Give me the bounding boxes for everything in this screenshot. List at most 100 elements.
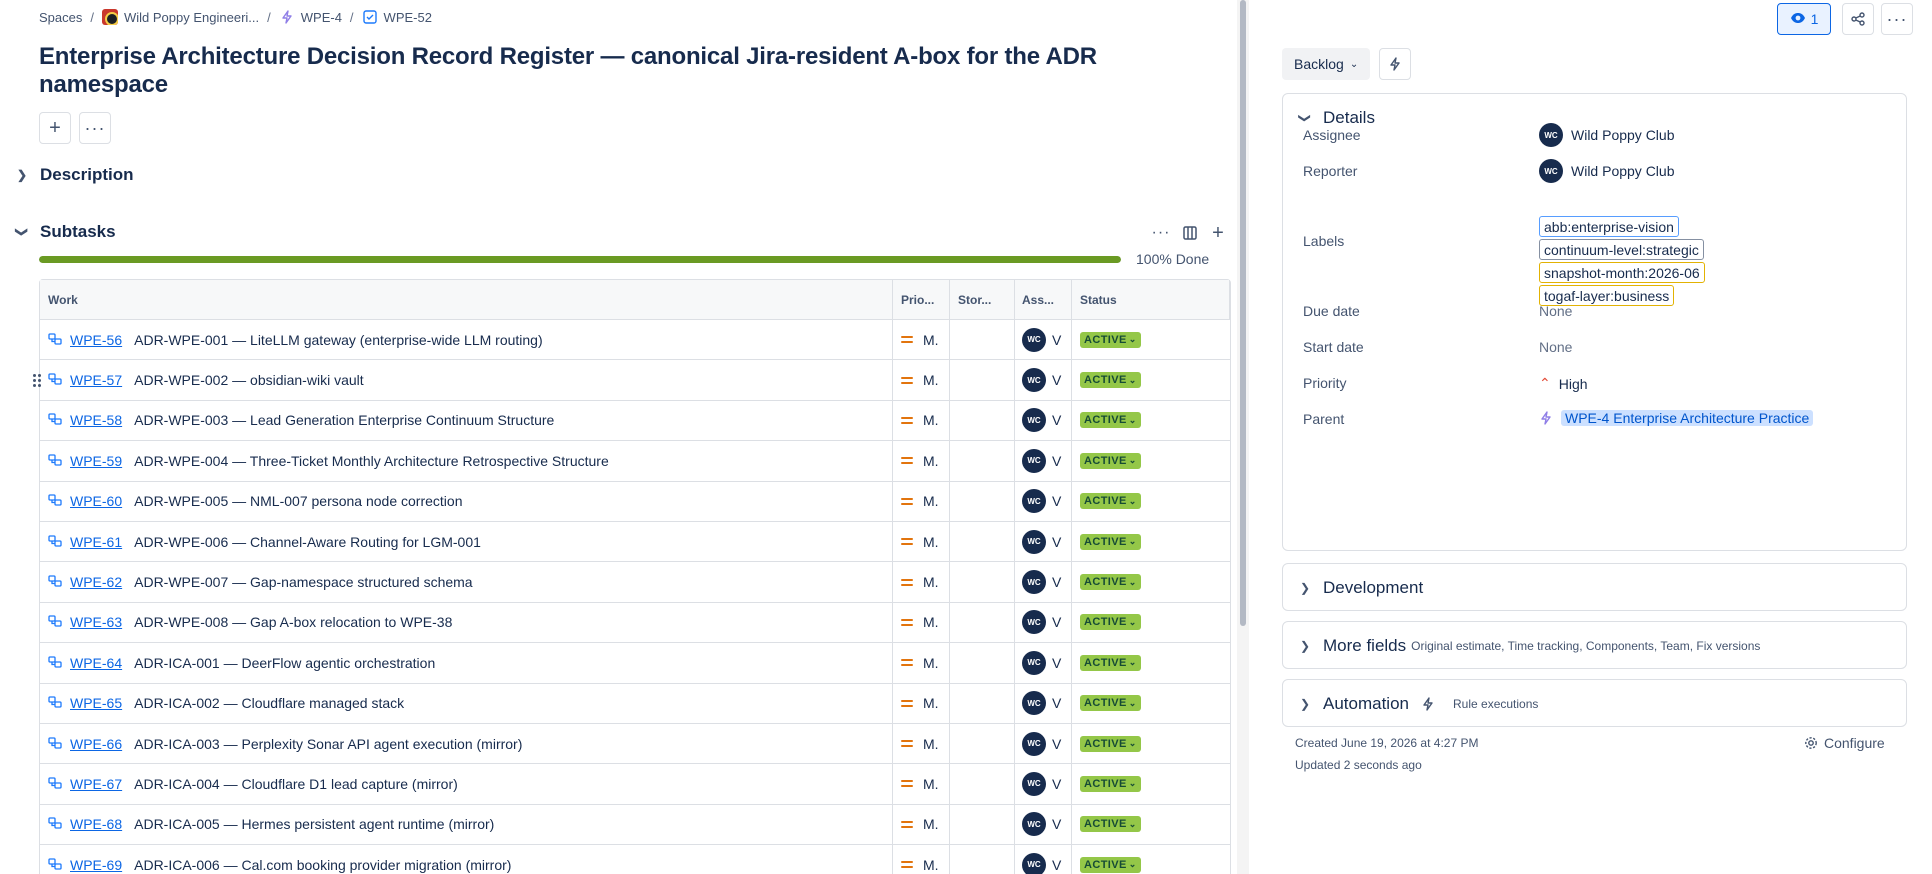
automation-toggle[interactable]: ❯ Automation Rule executions — [1297, 694, 1538, 714]
work-item-key-link[interactable]: WPE-59 — [70, 453, 122, 469]
story-points-cell[interactable] — [950, 723, 1015, 764]
status-lozenge[interactable]: ACTIVE ⌄ — [1080, 372, 1141, 389]
automation-panel[interactable]: ❯ Automation Rule executions — [1282, 679, 1907, 727]
label-chip[interactable]: snapshot-month:2026-06 — [1539, 262, 1705, 283]
assignee-cell[interactable]: WC V — [1015, 320, 1072, 360]
work-item-summary[interactable]: ADR-ICA-005 — Hermes persistent agent ru… — [134, 816, 494, 832]
column-header-status[interactable]: Status — [1072, 280, 1230, 319]
assignee-cell[interactable]: WC V — [1015, 481, 1072, 521]
status-lozenge[interactable]: ACTIVE ⌄ — [1080, 856, 1141, 873]
status-lozenge[interactable]: ACTIVE ⌄ — [1080, 412, 1141, 429]
assignee-cell[interactable]: WC V — [1015, 764, 1072, 804]
story-points-cell[interactable] — [950, 683, 1015, 723]
add-button[interactable]: + — [39, 112, 71, 144]
work-item-summary[interactable]: ADR-ICA-006 — Cal.com booking provider m… — [134, 857, 511, 873]
priority-cell[interactable]: M. — [893, 804, 950, 845]
priority-cell[interactable]: M. — [893, 845, 950, 874]
priority-cell[interactable]: M. — [893, 764, 950, 804]
status-lozenge[interactable]: ACTIVE ⌄ — [1080, 452, 1141, 469]
work-item-key-link[interactable]: WPE-57 — [70, 372, 122, 388]
assignee-cell[interactable]: WC V — [1015, 400, 1072, 441]
status-lozenge[interactable]: ACTIVE ⌄ — [1080, 775, 1141, 792]
breadcrumb-issue-label[interactable]: WPE-52 — [384, 10, 432, 25]
work-item-summary[interactable]: ADR-ICA-003 — Perplexity Sonar API agent… — [134, 736, 522, 752]
priority-cell[interactable]: M. — [893, 723, 950, 764]
share-button[interactable] — [1842, 3, 1874, 35]
status-lozenge[interactable]: ACTIVE ⌄ — [1080, 533, 1141, 550]
table-row[interactable]: WPE-68 ADR-ICA-005 — Hermes persistent ag… — [40, 804, 1230, 846]
column-header-work[interactable]: Work — [40, 280, 893, 319]
table-row[interactable]: WPE-60 ADR-WPE-005 — NML-007 persona node… — [40, 481, 1230, 522]
subtasks-more-button[interactable]: ··· — [1149, 221, 1173, 245]
story-points-cell[interactable] — [950, 562, 1015, 602]
description-section-toggle[interactable]: ❯ Description — [14, 165, 134, 185]
work-item-key-link[interactable]: WPE-60 — [70, 493, 122, 509]
priority-cell[interactable]: M. — [893, 320, 950, 360]
label-chip[interactable]: abb:enterprise-vision — [1539, 216, 1679, 237]
status-lozenge[interactable]: ACTIVE ⌄ — [1080, 614, 1141, 631]
development-toggle[interactable]: ❯ Development — [1297, 578, 1423, 598]
breadcrumb-issue[interactable]: WPE-52 — [362, 9, 432, 25]
priority-cell[interactable]: M. — [893, 602, 950, 643]
breadcrumb-space[interactable]: Wild Poppy Engineeri... — [102, 9, 259, 25]
main-scrollbar[interactable] — [1237, 0, 1249, 874]
reporter-field[interactable]: WC Wild Poppy Club — [1539, 159, 1675, 183]
assignee-cell[interactable]: WC V — [1015, 683, 1072, 723]
table-row[interactable]: WPE-59 ADR-WPE-004 — Three-Ticket Monthly… — [40, 441, 1230, 482]
parent-field[interactable]: WPE-4 Enterprise Architecture Practice — [1539, 410, 1814, 426]
work-item-key-link[interactable]: WPE-68 — [70, 816, 122, 832]
assignee-cell[interactable]: WC V — [1015, 562, 1072, 602]
status-lozenge[interactable]: ACTIVE ⌄ — [1080, 735, 1141, 752]
status-lozenge[interactable]: ACTIVE ⌄ — [1080, 574, 1141, 591]
work-item-summary[interactable]: ADR-ICA-002 — Cloudflare managed stack — [134, 695, 404, 711]
breadcrumb-spaces-label[interactable]: Spaces — [39, 10, 82, 25]
work-item-summary[interactable]: ADR-WPE-005 — NML-007 persona node corre… — [134, 493, 462, 509]
story-points-cell[interactable] — [950, 481, 1015, 521]
story-points-cell[interactable] — [950, 764, 1015, 804]
table-row[interactable]: WPE-67 ADR-ICA-004 — Cloudflare D1 lead c… — [40, 764, 1230, 805]
table-row[interactable]: WPE-66 ADR-ICA-003 — Perplexity Sonar API… — [40, 723, 1230, 765]
more-fields-toggle[interactable]: ❯ More fields Original estimate, Time tr… — [1297, 636, 1760, 656]
priority-cell[interactable]: M. — [893, 481, 950, 521]
configure-button[interactable]: Configure — [1804, 735, 1885, 751]
work-item-key-link[interactable]: WPE-69 — [70, 857, 122, 873]
status-lozenge[interactable]: ACTIVE ⌄ — [1080, 695, 1141, 712]
work-item-key-link[interactable]: WPE-64 — [70, 655, 122, 671]
add-subtask-button[interactable]: + — [1206, 221, 1230, 245]
label-chip[interactable]: continuum-level:strategic — [1539, 239, 1704, 260]
assignee-field[interactable]: WC Wild Poppy Club — [1539, 123, 1675, 147]
assignee-cell[interactable]: WC V — [1015, 521, 1072, 562]
priority-cell[interactable]: M. — [893, 441, 950, 481]
priority-field[interactable]: ⌃ High — [1539, 375, 1588, 392]
column-header-priority[interactable]: Prio... — [893, 280, 950, 319]
assignee-cell[interactable]: WC V — [1015, 602, 1072, 643]
watch-button[interactable]: 1 — [1777, 3, 1831, 35]
status-lozenge[interactable]: ACTIVE ⌄ — [1080, 493, 1141, 510]
subtasks-section-toggle[interactable]: ❯ Subtasks — [14, 222, 116, 242]
story-points-cell[interactable] — [950, 602, 1015, 643]
scrollbar-thumb[interactable] — [1240, 0, 1246, 626]
priority-cell[interactable]: M. — [893, 521, 950, 562]
table-row[interactable]: WPE-56 ADR-WPE-001 — LiteLLM gateway (ent… — [40, 320, 1230, 361]
priority-cell[interactable]: M. — [893, 683, 950, 723]
story-points-cell[interactable] — [950, 360, 1015, 400]
story-points-cell[interactable] — [950, 400, 1015, 441]
work-item-key-link[interactable]: WPE-67 — [70, 776, 122, 792]
priority-cell[interactable]: M. — [893, 643, 950, 683]
drag-handle-icon[interactable] — [33, 373, 43, 387]
parent-link[interactable]: WPE-4 Enterprise Architecture Practice — [1561, 410, 1814, 426]
breadcrumb-parent-label[interactable]: WPE-4 — [301, 10, 342, 25]
assignee-cell[interactable]: WC V — [1015, 804, 1072, 845]
story-points-cell[interactable] — [950, 845, 1015, 874]
assignee-cell[interactable]: WC V — [1015, 643, 1072, 683]
table-row[interactable]: WPE-57 ADR-WPE-002 — obsidian-wiki vault M… — [40, 360, 1230, 401]
work-item-summary[interactable]: ADR-ICA-001 — DeerFlow agentic orchestra… — [134, 655, 435, 671]
work-item-summary[interactable]: ADR-WPE-006 — Channel-Aware Routing for … — [134, 534, 481, 550]
work-item-key-link[interactable]: WPE-58 — [70, 412, 122, 428]
work-item-key-link[interactable]: WPE-62 — [70, 574, 122, 590]
actions-button[interactable] — [1379, 48, 1411, 80]
assignee-cell[interactable]: WC V — [1015, 360, 1072, 400]
work-item-key-link[interactable]: WPE-65 — [70, 695, 122, 711]
subtasks-columns-button[interactable] — [1178, 221, 1202, 245]
status-lozenge[interactable]: ACTIVE ⌄ — [1080, 331, 1141, 348]
